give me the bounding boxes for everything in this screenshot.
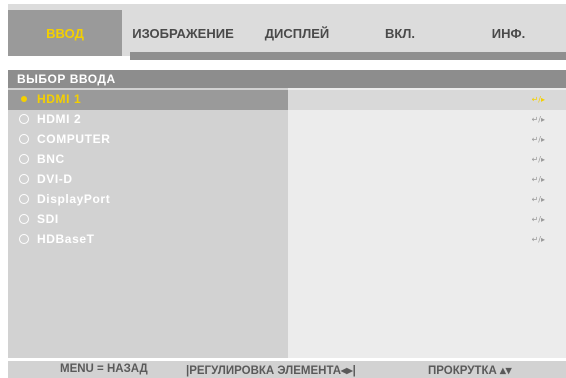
input-label: COMPUTER (37, 132, 111, 146)
radio-icon (19, 174, 29, 184)
input-item-hdmi1[interactable]: HDMI 1 ↵/▸ (8, 90, 566, 110)
tab-bar: ВВОД ИЗОБРАЖЕНИЕ ДИСПЛЕЙ ВКЛ. ИНФ. (8, 4, 566, 60)
enter-right-icon: ↵/▸ (531, 235, 545, 244)
radio-icon (19, 194, 29, 204)
input-label: HDMI 1 (37, 92, 82, 106)
tab-underline (130, 52, 566, 60)
input-item-computer[interactable]: COMPUTER ↵/▸ (8, 130, 566, 150)
radio-icon (19, 214, 29, 224)
input-label: DVI-D (37, 172, 73, 186)
input-item-hdmi2[interactable]: HDMI 2 ↵/▸ (8, 110, 566, 130)
tab-input[interactable]: ВВОД (8, 10, 122, 56)
enter-right-icon: ↵/▸ (531, 115, 545, 124)
enter-right-icon: ↵/▸ (531, 155, 545, 164)
input-item-displayport[interactable]: DisplayPort ↵/▸ (8, 190, 566, 210)
footer-hints: MENU = НАЗАД |РЕГУЛИРОВКА ЭЛЕМЕНТА◂▸| ПР… (8, 361, 566, 378)
section-title: ВЫБОР ВВОДА (8, 70, 566, 88)
radio-icon (19, 234, 29, 244)
enter-right-icon: ↵/▸ (531, 195, 545, 204)
input-label: DisplayPort (37, 192, 111, 206)
input-label: HDBaseT (37, 232, 95, 246)
input-item-bnc[interactable]: BNC ↵/▸ (8, 150, 566, 170)
input-label: SDI (37, 212, 59, 226)
input-list: HDMI 1 ↵/▸ HDMI 2 ↵/▸ COMPUTER ↵/▸ BNC ↵… (8, 90, 566, 250)
input-item-dvid[interactable]: DVI-D ↵/▸ (8, 170, 566, 190)
radio-icon (19, 154, 29, 164)
tab-image[interactable]: ИЗОБРАЖЕНИЕ (122, 10, 244, 56)
osd-menu: ВВОД ИЗОБРАЖЕНИЕ ДИСПЛЕЙ ВКЛ. ИНФ. ВЫБОР… (0, 0, 566, 378)
enter-right-icon: ↵/▸ (531, 135, 545, 144)
footer-scroll-hint: ПРОКРУТКА ▴▾ (428, 365, 512, 377)
tab-display[interactable]: ДИСПЛЕЙ (244, 10, 350, 56)
radio-selected-icon (19, 94, 29, 104)
enter-right-icon: ↵/▸ (531, 215, 545, 224)
input-label: HDMI 2 (37, 112, 82, 126)
radio-icon (19, 114, 29, 124)
input-item-sdi[interactable]: SDI ↵/▸ (8, 210, 566, 230)
enter-right-icon: ↵/▸ (531, 95, 545, 104)
footer-back-hint: MENU = НАЗАД (60, 363, 148, 375)
tab-setup[interactable]: ВКЛ. (350, 10, 450, 56)
input-label: BNC (37, 152, 65, 166)
tab-info[interactable]: ИНФ. (450, 10, 566, 56)
footer-adjust-hint: |РЕГУЛИРОВКА ЭЛЕМЕНТА◂▸| (186, 365, 356, 377)
input-item-hdbaset[interactable]: HDBaseT ↵/▸ (8, 230, 566, 250)
enter-right-icon: ↵/▸ (531, 175, 545, 184)
radio-icon (19, 134, 29, 144)
